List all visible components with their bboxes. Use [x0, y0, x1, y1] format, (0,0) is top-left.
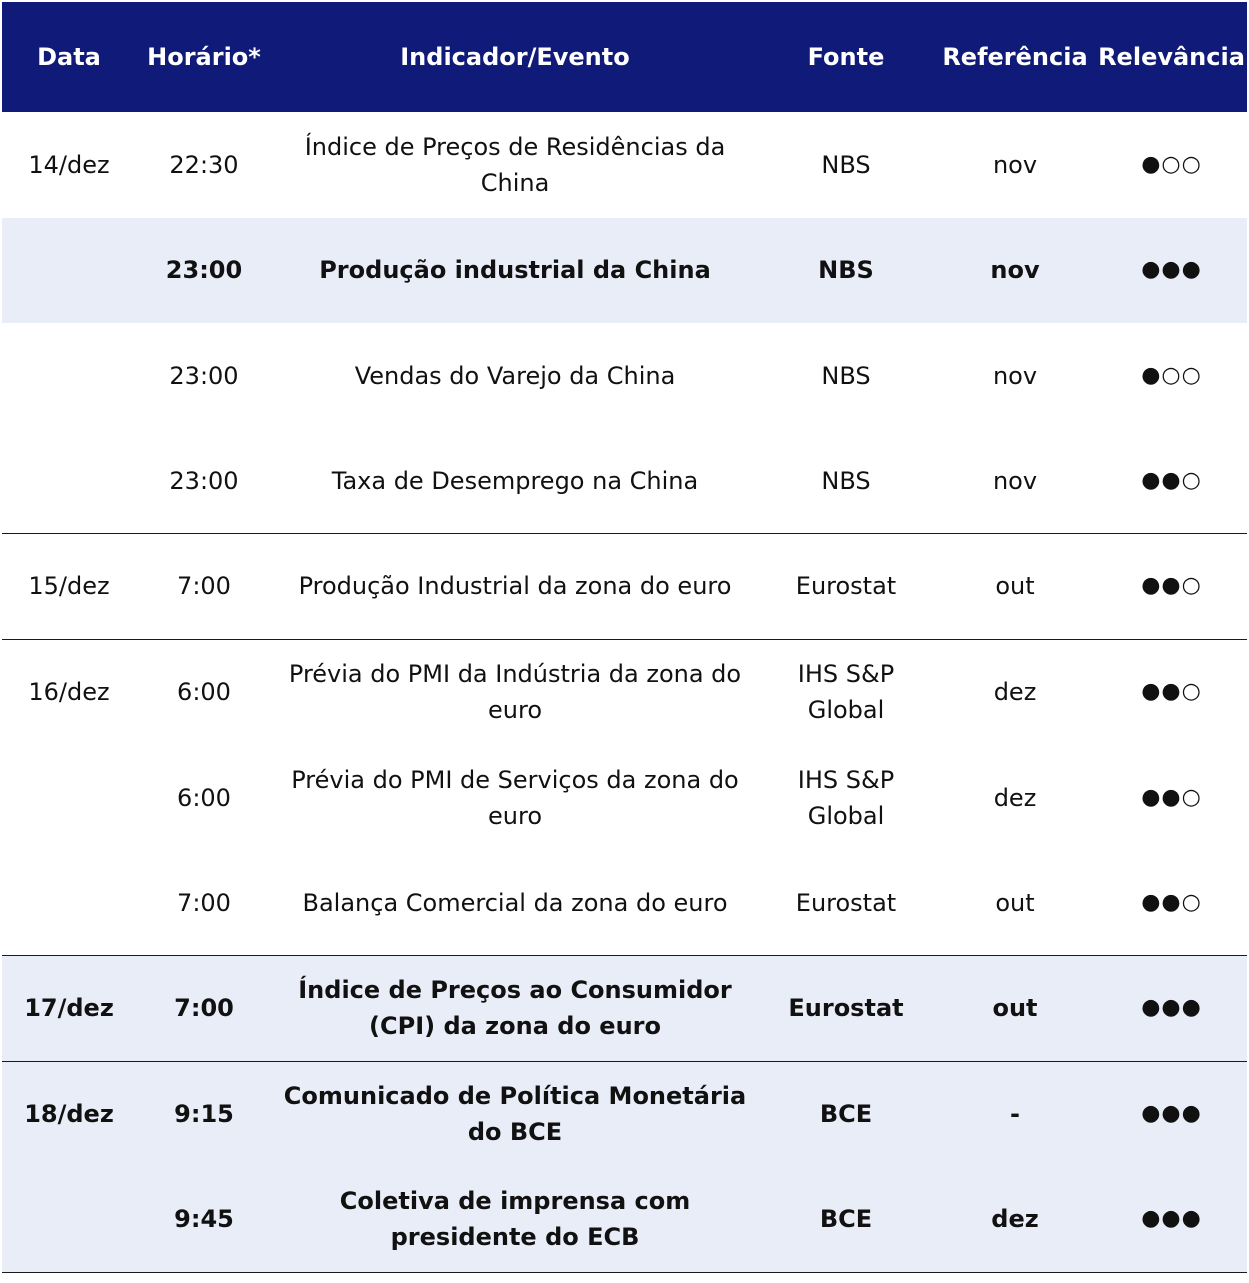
table-row: 16/dez 6:00 Prévia do PMI da Indústria d…: [2, 640, 1247, 746]
row-time: 7:00: [177, 572, 231, 601]
row-indicator: Comunicado de Política Monetária do BCE: [283, 1082, 747, 1147]
table-row: 23:00 Produção industrial da China NBS n…: [2, 217, 1247, 324]
table-row: 6:00 Prévia do PMI de Serviços da zona d…: [2, 745, 1247, 851]
table-row: 7:00 Balança Comercial da zona do euro E…: [2, 851, 1247, 956]
row-relevance-dots: ●○○: [1141, 362, 1202, 388]
row-date: [2, 323, 136, 429]
row-relevance-dots: ●●●: [1141, 257, 1202, 283]
table-row: 18/dez 9:15 Comunicado de Política Monet…: [2, 1061, 1247, 1167]
row-date: [2, 1167, 136, 1272]
table-row: 17/dez 7:00 Índice de Preços ao Consumid…: [2, 956, 1247, 1062]
row-time: 23:00: [165, 256, 243, 285]
row-source: Eurostat: [795, 572, 897, 601]
row-source: IHS S&P Global: [797, 660, 895, 725]
row-time: 6:00: [177, 783, 231, 812]
table-row: 23:00 Vendas do Varejo da China NBS nov …: [2, 323, 1247, 429]
row-date: 18/dez: [24, 1100, 114, 1129]
row-reference: nov: [990, 256, 1040, 285]
header-date: Data: [37, 43, 101, 71]
row-relevance-dots: ●●○: [1141, 889, 1202, 915]
row-reference: nov: [992, 466, 1038, 495]
row-source: NBS: [821, 361, 871, 390]
row-relevance-dots: ●○○: [1141, 151, 1202, 177]
row-source: BCE: [819, 1100, 873, 1129]
table-row: 9:45 Coletiva de imprensa com presidente…: [2, 1167, 1247, 1273]
row-indicator: Prévia do PMI da Indústria da zona do eu…: [288, 660, 742, 725]
row-indicator: Índice de Preços de Residências da China: [304, 132, 726, 197]
row-indicator: Coletiva de imprensa com presidente do E…: [339, 1187, 691, 1252]
row-relevance-dots: ●●●: [1141, 995, 1202, 1021]
header-time: Horário*: [147, 43, 261, 71]
row-reference: dez: [993, 678, 1037, 707]
row-indicator: Vendas do Varejo da China: [354, 361, 676, 390]
row-source: IHS S&P Global: [797, 765, 895, 830]
row-indicator: Índice de Preços ao Consumidor (CPI) da …: [298, 976, 732, 1041]
row-time: 6:00: [177, 678, 231, 707]
row-reference: out: [995, 888, 1035, 917]
table-row: 23:00 Taxa de Desemprego na China NBS no…: [2, 429, 1247, 534]
table-header: Data Horário* Indicador/Evento Fonte Ref…: [2, 2, 1247, 112]
row-date: [2, 429, 136, 534]
row-time: 23:00: [169, 466, 239, 495]
row-time: 7:00: [174, 994, 234, 1023]
row-relevance-dots: ●●○: [1141, 467, 1202, 493]
row-reference: dez: [993, 783, 1037, 812]
row-reference: -: [1010, 1100, 1020, 1129]
header-source: Fonte: [807, 43, 885, 71]
header-relevance: Relevância: [1098, 43, 1245, 71]
row-date: [2, 851, 136, 956]
table-row: 15/dez 7:00 Produção Industrial da zona …: [2, 534, 1247, 640]
row-reference: out: [995, 572, 1035, 601]
row-relevance-dots: ●●●: [1141, 1101, 1202, 1127]
row-time: 23:00: [169, 361, 239, 390]
row-source: NBS: [821, 150, 871, 179]
row-indicator: Produção Industrial da zona do euro: [298, 572, 732, 601]
row-reference: nov: [992, 361, 1038, 390]
row-date: [2, 218, 136, 324]
economic-calendar-table: Data Horário* Indicador/Evento Fonte Ref…: [2, 2, 1247, 1273]
row-time: 7:00: [177, 888, 231, 917]
row-indicator: Produção industrial da China: [319, 256, 711, 285]
table-row: 14/dez 22:30 Índice de Preços de Residên…: [2, 112, 1247, 218]
row-source: Eurostat: [795, 888, 897, 917]
row-date: 16/dez: [28, 678, 110, 707]
row-reference: out: [992, 994, 1038, 1023]
row-time: 9:15: [174, 1100, 234, 1129]
row-source: NBS: [818, 256, 874, 285]
row-time: 22:30: [169, 150, 239, 179]
row-reference: nov: [992, 150, 1038, 179]
row-time: 9:45: [174, 1205, 234, 1234]
row-source: BCE: [819, 1205, 873, 1234]
row-date: 15/dez: [28, 572, 110, 601]
row-reference: dez: [991, 1205, 1039, 1234]
row-relevance-dots: ●●○: [1141, 573, 1202, 599]
row-date: 17/dez: [24, 994, 114, 1023]
header-indicator: Indicador/Evento: [400, 43, 630, 71]
row-source: Eurostat: [788, 994, 904, 1023]
row-indicator: Taxa de Desemprego na China: [331, 466, 699, 495]
row-source: NBS: [821, 466, 871, 495]
row-relevance-dots: ●●●: [1141, 1206, 1202, 1232]
row-indicator: Balança Comercial da zona do euro: [302, 888, 728, 917]
row-indicator: Prévia do PMI de Serviços da zona do eur…: [291, 765, 739, 830]
row-date: 14/dez: [28, 150, 110, 179]
row-date: [2, 745, 136, 851]
row-relevance-dots: ●●○: [1141, 679, 1202, 705]
row-relevance-dots: ●●○: [1141, 784, 1202, 810]
header-reference: Referência: [942, 43, 1088, 71]
